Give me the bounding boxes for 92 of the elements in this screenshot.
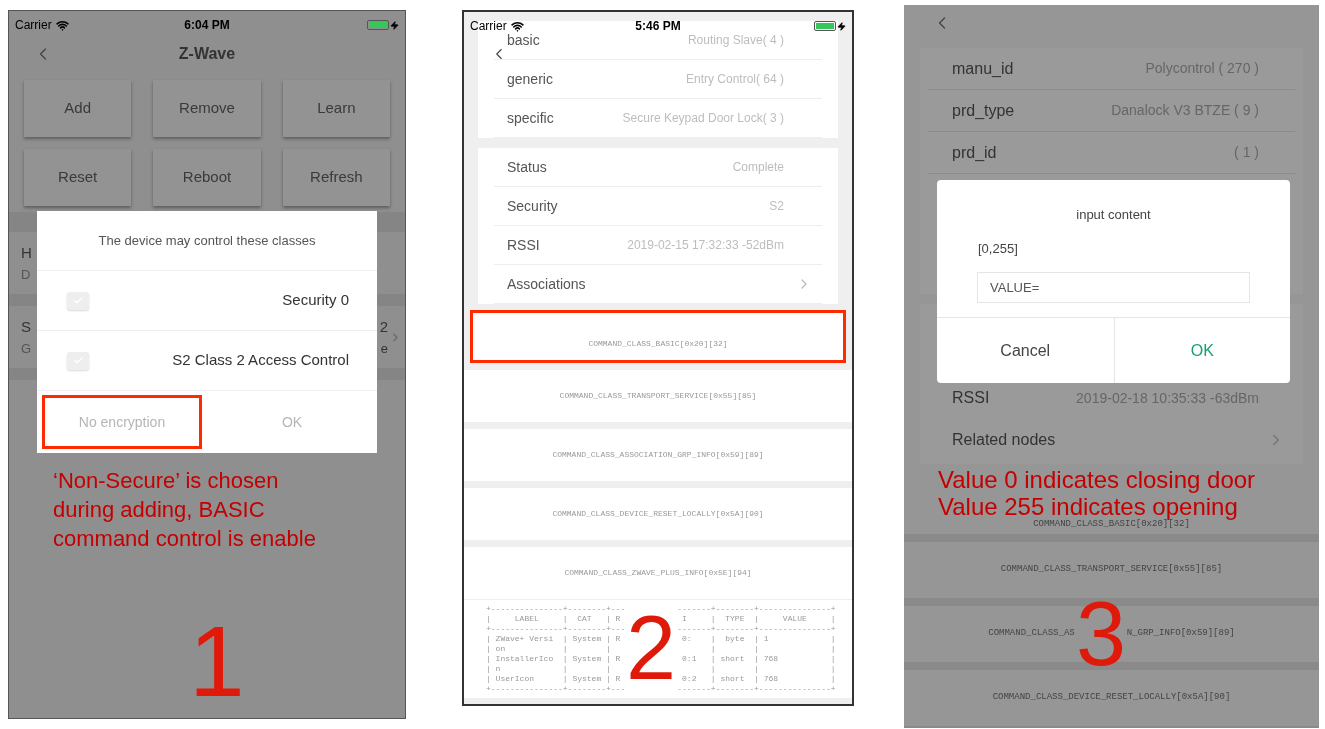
table-text: +---------------+--------+--- — [486, 684, 626, 694]
option-label: S2 Class 2 Access Control — [172, 350, 349, 371]
annotation-text: ‘Non-Secure’ is chosen during adding, BASIC command control is enable — [53, 467, 317, 553]
info-row[interactable]: Associations — [494, 265, 822, 304]
command-class-name: COMMAND_CLASS_ZWAVE_PLUS_INFO[0x5E][94] — [564, 567, 752, 579]
table-text: -------+--------+---------------+ — [677, 624, 836, 634]
row-label: prd_id — [952, 142, 997, 163]
action-button[interactable]: Reset — [24, 149, 132, 206]
row-label: manu_id — [952, 58, 1014, 79]
annotation-text: Value 0 indicates closing door — [938, 466, 1256, 493]
table-text: | LABEL | CAT | R — [486, 614, 622, 624]
step-number: 1 — [189, 625, 245, 697]
command-class-row[interactable]: COMMAND_CLASS_TRANSPORT_SERVICE[0x55][85] — [464, 370, 852, 422]
command-class-name: COMMAND_CLASS_TRANSPORT_SERVICE[0x55][85] — [559, 390, 757, 402]
table-text: | n | | — [486, 664, 612, 674]
dialog-button[interactable]: OK — [212, 395, 372, 449]
command-class-name: COMMAND_CLASS_BASIC[0x20][32] — [588, 337, 728, 350]
table-text: | UserIcon | System | R — [486, 674, 622, 684]
table-text: | | | — [709, 664, 836, 674]
command-class-name: COMMAND_CLASS_BASIC[0x20][32] — [1033, 518, 1190, 531]
row-value: 2019-02-15 17:32:33 -52dBm — [627, 237, 784, 254]
value-input[interactable]: VALUE= — [977, 272, 1250, 303]
action-button[interactable]: Reboot — [153, 149, 261, 206]
wifi-icon — [510, 19, 524, 33]
table-text: I | TYPE | VALUE | — [681, 614, 836, 624]
action-button[interactable]: Remove — [153, 80, 261, 137]
table-text: +---------------+--------+--- — [486, 604, 626, 614]
table-text: -------+--------+---------------+ — [677, 684, 836, 694]
row-label: Security — [507, 196, 558, 216]
row-value: Complete — [732, 159, 784, 176]
table-text: 0:1 | short | 768 | — [681, 654, 836, 664]
table-text: | on | | — [486, 644, 612, 654]
dialog-button[interactable]: Cancel — [937, 318, 1114, 383]
table-text: -------+--------+---------------+ — [677, 604, 836, 614]
row-label: RSSI — [952, 388, 990, 408]
table-text: | | | — [709, 644, 836, 654]
table-text: | ZWave+ Versi | System | R — [486, 634, 622, 644]
row-label: basic — [507, 30, 540, 50]
row-label: Status — [507, 157, 547, 177]
dialog-title: The device may control these classes — [98, 231, 316, 250]
battery-icon — [814, 21, 846, 31]
dialog-title: input content — [1076, 206, 1151, 224]
command-class-row[interactable]: COMMAND_CLASS_ZWAVE_PLUS_INFO[0x5E][94] — [464, 547, 852, 599]
wifi-icon — [55, 18, 69, 32]
row-value: Entry Control( 64 ) — [685, 71, 784, 88]
table-text: 0: | byte | 1 | — [681, 634, 836, 644]
checkbox[interactable] — [67, 291, 89, 310]
row-label: generic — [507, 69, 553, 89]
command-class-name: COMMAND_CLASS_DEVICE_RESET_LOCALLY[0x5A][90] — [552, 508, 764, 520]
row-value: S2 — [769, 198, 784, 215]
row-value: 2 — [379, 317, 388, 337]
step-number: 3 — [1076, 602, 1127, 667]
row-value: Routing Slave( 4 ) — [687, 32, 784, 49]
dialog-button[interactable]: OK — [1113, 318, 1290, 383]
action-button[interactable]: Refresh — [282, 149, 390, 206]
row-title: S — [21, 317, 32, 337]
carrier-label: Carrier — [470, 18, 507, 35]
clock-time: 6:04 PM — [184, 17, 230, 34]
row-title: H — [21, 243, 32, 263]
screen-title: Z-Wave — [178, 44, 236, 64]
command-class-row[interactable]: COMMAND_CLASS_DEVICE_RESET_LOCALLY[0x5A][90] — [464, 488, 852, 540]
info-row[interactable]: Related nodes — [928, 419, 1295, 461]
row-value: e — [380, 339, 388, 358]
option-label: Security 0 — [282, 290, 349, 311]
action-button[interactable]: Add — [24, 80, 132, 137]
checkbox[interactable] — [67, 351, 89, 370]
annotation-text: Value 255 indicates opening — [938, 493, 1239, 520]
command-class-name: COMMAND_CLASS_DEVICE_RESET_LOCALLY[0x5A][90] — [992, 691, 1231, 705]
row-subtitle: D — [21, 265, 32, 284]
command-class-name: COMMAND_CLASS_AS — [988, 627, 1075, 641]
row-label: specific — [507, 108, 554, 128]
battery-icon — [367, 20, 399, 30]
step-number: 2 — [626, 616, 677, 681]
command-class-name: N_GRP_INFO[0x59][89] — [1126, 627, 1235, 641]
row-value: Secure Keypad Door Lock( 3 ) — [622, 110, 784, 127]
command-class-name: COMMAND_CLASS_ASSOCIATION_GRP_INFO[0x59][89] — [552, 449, 764, 461]
row-label: prd_type — [952, 100, 1015, 121]
command-class-row[interactable]: COMMAND_CLASS_BASIC[0x20][32] — [470, 310, 846, 363]
table-text: | InstallerIco | System | R — [486, 654, 622, 664]
command-class-row[interactable]: COMMAND_CLASS_ASSOCIATION_GRP_INFO[0x59][89] — [464, 429, 852, 481]
table-text: +---------------+--------+--- — [486, 624, 626, 634]
command-class-name: COMMAND_CLASS_TRANSPORT_SERVICE[0x55][85] — [1000, 563, 1223, 577]
table-text: 0:2 | short | 768 | — [681, 674, 836, 684]
row-label: RSSI — [507, 235, 540, 255]
action-button[interactable]: Learn — [282, 80, 390, 137]
dialog-button[interactable]: No encryption — [42, 395, 202, 449]
row-label: Associations — [507, 274, 586, 294]
row-subtitle: G — [21, 339, 32, 358]
row-label: Related nodes — [952, 430, 1056, 450]
carrier-label: Carrier — [15, 17, 52, 34]
clock-time: 5:46 PM — [635, 18, 681, 35]
range-hint: [0,255] — [978, 239, 1019, 258]
